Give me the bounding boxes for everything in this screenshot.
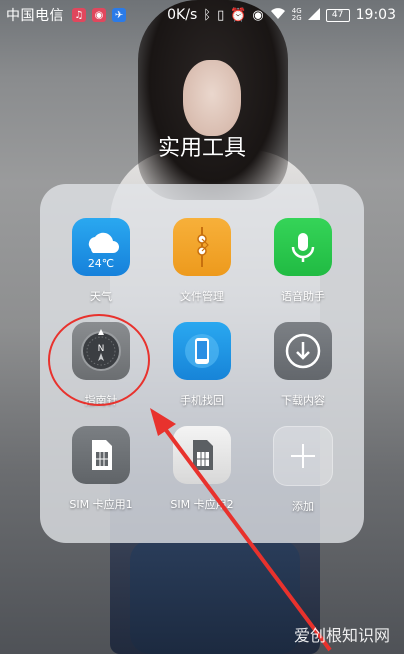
music-app-icon: ♫ bbox=[72, 8, 86, 22]
app-download[interactable]: 下载内容 bbox=[253, 322, 353, 408]
app-label: 语音助手 bbox=[281, 290, 325, 303]
app-label: SIM 卡应用1 bbox=[69, 498, 133, 511]
clock: 19:03 bbox=[355, 7, 396, 23]
app-label: 天气 bbox=[90, 290, 112, 303]
network-speed: 0K/s bbox=[167, 7, 198, 23]
weibo-app-icon: ◉ bbox=[92, 8, 106, 22]
file-manager-icon bbox=[173, 218, 231, 276]
app-sim1[interactable]: SIM 卡应用1 bbox=[51, 426, 151, 512]
carrier-name: 中国电信 bbox=[6, 8, 64, 24]
sim-card-icon bbox=[72, 426, 130, 484]
annotation-arrow bbox=[150, 408, 332, 652]
app-label: 文件管理 bbox=[180, 290, 224, 303]
weather-icon: 24℃ bbox=[72, 218, 130, 276]
folder-title: 实用工具 bbox=[157, 136, 246, 161]
app-weather[interactable]: 24℃ 天气 bbox=[51, 218, 151, 304]
signal-icon bbox=[307, 7, 320, 23]
status-bar: 中国电信 ♫ ◉ ✈ 0K/s ᛒ ▯ ⏰ ◉ 4G 2G 47 19:03 bbox=[0, 0, 404, 30]
wifi-icon bbox=[270, 7, 286, 23]
network-type: 4G 2G bbox=[291, 7, 302, 22]
bluetooth-icon: ᛒ bbox=[203, 7, 212, 23]
watermark-text: 爱创根知识网 bbox=[293, 626, 390, 645]
wallpaper-figure-face bbox=[183, 60, 241, 136]
voice-assistant-icon bbox=[274, 218, 332, 276]
download-icon bbox=[274, 322, 332, 380]
alarm-icon: ⏰ bbox=[230, 7, 247, 23]
annotation-circle bbox=[48, 314, 150, 406]
sport-app-icon: ✈ bbox=[112, 8, 126, 22]
app-voice-assistant[interactable]: 语音助手 bbox=[253, 218, 353, 304]
find-phone-icon bbox=[173, 322, 231, 380]
vibrate-icon: ▯ bbox=[217, 7, 225, 23]
battery-level: 47 bbox=[325, 8, 350, 22]
app-find-phone[interactable]: 手机找回 bbox=[152, 322, 252, 408]
app-file-manager[interactable]: 文件管理 bbox=[152, 218, 252, 304]
weather-temperature: 24℃ bbox=[87, 257, 115, 270]
eye-comfort-icon: ◉ bbox=[252, 7, 264, 23]
